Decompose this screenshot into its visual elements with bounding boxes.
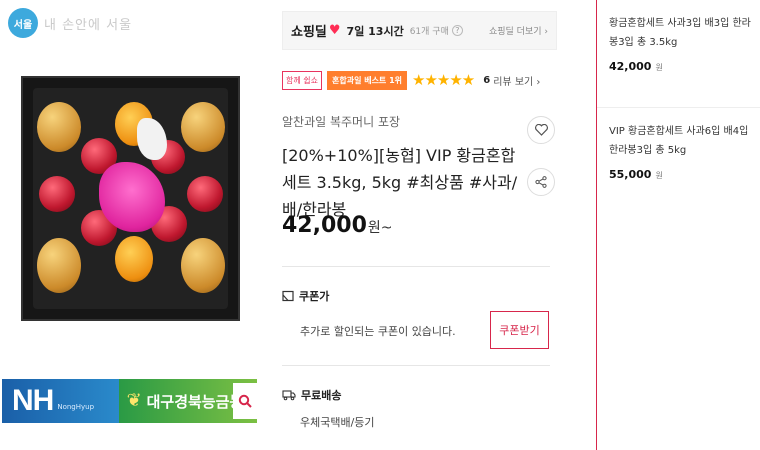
option-price-unit: 원 (655, 171, 663, 180)
shopping-deal-logo: 쇼핑딜 ♥ (291, 21, 341, 40)
seoul-logo-icon: 서울 (8, 8, 38, 38)
option-price: 55,000 원 (609, 168, 754, 181)
option-item[interactable]: VIP 황금혼합세트 사과6입 배4입 한라봉3입 총 5kg 55,000 원 (609, 122, 754, 181)
get-coupon-button[interactable]: 쿠폰받기 (490, 311, 549, 349)
buyer-count: 61개 구매 ? (410, 24, 463, 37)
nh-logo-area: NH NongHyup (2, 379, 119, 423)
pink-ribbon (99, 162, 165, 232)
shipping-section-header: 무료배송 (282, 387, 341, 403)
share-icon (535, 176, 547, 188)
cloth-wrap (137, 118, 167, 160)
option-list-panel: 황금혼합세트 사과3입 배3입 한라봉3입 총 3.5kg 42,000 원 V… (596, 0, 760, 450)
coupon-icon (282, 290, 294, 302)
shopping-deal-bar[interactable]: 쇼핑딜 ♥ 7일 13시간 61개 구매 ? 쇼핑딜 더보기 › (282, 11, 557, 50)
watermark-text: 내 손안에 서울 (44, 17, 133, 33)
fruit-tray (33, 88, 228, 309)
option-name: VIP 황금혼합세트 사과6입 배4입 한라봉3입 총 5kg (609, 126, 749, 156)
badge-row: 함께 쉽쇼 혼합과일 베스트 1위 ★★★★★ 6 리뷰 보기 › (282, 69, 540, 91)
product-image[interactable] (21, 76, 240, 321)
option-name: 황금혼합세트 사과3입 배3입 한라봉3입 총 3.5kg (609, 18, 751, 48)
search-icon[interactable] (233, 383, 257, 419)
watermark: 서울 내 손안에 서울 (8, 8, 132, 38)
nh-sub-text: NongHyup (57, 403, 95, 411)
promo-badge: 함께 쉽쇼 (282, 70, 322, 90)
option-price-value: 42,000 (609, 60, 652, 73)
shopping-deal-brand: 쇼핑딜 (291, 25, 327, 40)
price-value: 42,000 (282, 213, 367, 238)
product-title: [20%+10%][농협] VIP 황금혼합세트 3.5kg, 5kg #최상품… (282, 146, 518, 219)
heart-outline-icon (534, 124, 548, 136)
best-badge: 혼합과일 베스트 1위 (326, 70, 408, 90)
deal-time-left: 7일 13시간 (346, 24, 404, 38)
divider (282, 266, 550, 267)
option-price-unit: 원 (655, 63, 663, 72)
seller-name: 알찬과일 복주머니 포장 (282, 115, 401, 129)
pear-fruit (181, 102, 225, 152)
option-price: 42,000 원 (609, 60, 754, 73)
share-button[interactable] (527, 168, 555, 196)
leaf-icon: ❦ (126, 390, 142, 411)
wishlist-heart-button[interactable] (527, 116, 555, 144)
shipping-method: 우체국택배/등기 (300, 416, 375, 429)
truck-icon (282, 390, 296, 401)
option-divider (597, 107, 760, 108)
nh-logo: NH (12, 384, 54, 417)
shipping-label: 무료배송 (301, 389, 342, 402)
option-price-value: 55,000 (609, 168, 652, 181)
heart-icon: ♥ (328, 23, 341, 38)
coupon-description: 추가로 할인되는 쿠폰이 있습니다. (300, 325, 456, 338)
pear-fruit (181, 238, 225, 293)
rating-stars-icon: ★★★★★ (412, 71, 475, 89)
hallabong-fruit (115, 236, 153, 282)
help-icon[interactable]: ? (451, 25, 463, 36)
buyer-count-text: 61개 구매 (409, 27, 449, 37)
option-item[interactable]: 황금혼합세트 사과3입 배3입 한라봉3입 총 3.5kg 42,000 원 (609, 14, 754, 73)
pear-fruit (37, 238, 81, 293)
coupon-label: 쿠폰가 (299, 290, 330, 303)
product-price: 42,000 원~ (282, 213, 393, 238)
review-count: 6 (483, 74, 491, 86)
price-unit: 원~ (367, 220, 393, 236)
review-label: 리뷰 보기 › (493, 76, 541, 88)
nh-banner[interactable]: NH NongHyup ❦ 대구경북능금농협 (2, 379, 257, 423)
apple-fruit (39, 176, 75, 212)
review-link[interactable]: 6 리뷰 보기 › (483, 73, 540, 88)
coupon-section-header: 쿠폰가 (282, 288, 329, 304)
pear-fruit (37, 102, 81, 152)
divider (282, 365, 550, 366)
apple-fruit (187, 176, 223, 212)
shopping-deal-more-link[interactable]: 쇼핑딜 더보기 › (489, 24, 548, 37)
